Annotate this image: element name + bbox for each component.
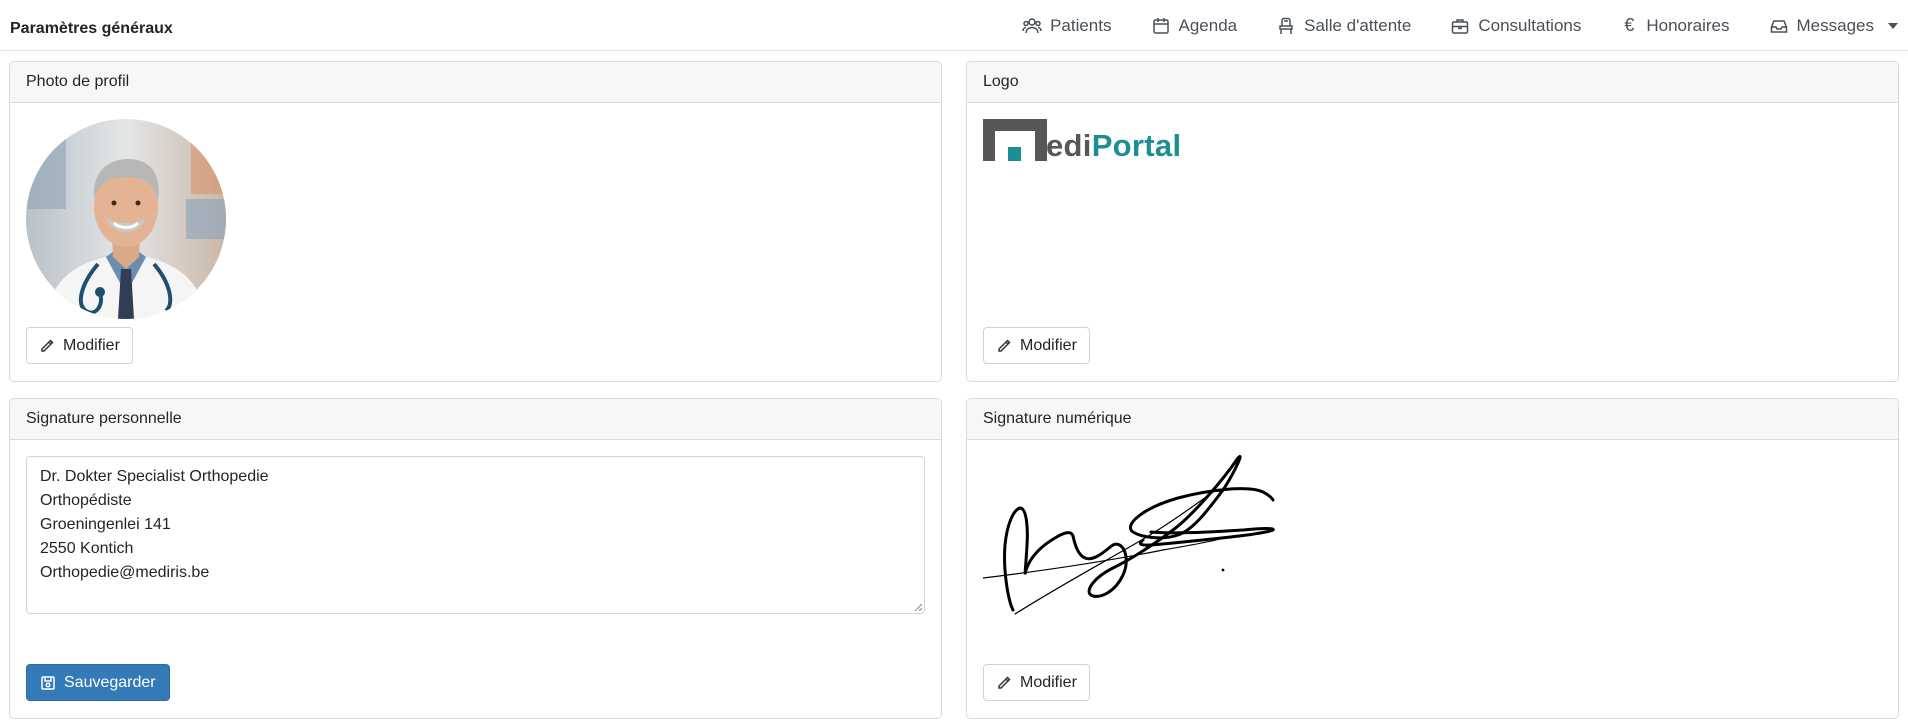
pencil-icon: [998, 338, 1011, 352]
euro-icon: €: [1624, 15, 1635, 35]
edit-logo-label: Modifier: [1020, 336, 1077, 354]
personal-signature-header: Signature personnelle: [10, 399, 941, 440]
signature-line: Orthopedie@mediris.be: [40, 564, 210, 581]
nav-consultations[interactable]: Consultations: [1450, 16, 1581, 36]
digital-signature-card: Signature numérique Modifier: [966, 398, 1899, 719]
save-button[interactable]: Sauvegarder: [26, 664, 170, 701]
signature-textarea[interactable]: Dr. Dokter Specialist Orthopedie Orthopé…: [26, 456, 925, 614]
edit-profile-photo-label: Modifier: [63, 336, 120, 354]
inbox-icon: [1770, 19, 1787, 33]
profile-photo-header: Photo de profil: [10, 62, 941, 103]
signature-line: Dr. Dokter Specialist Orthopedie: [40, 468, 269, 485]
logo-text: ediPortal: [1046, 128, 1182, 163]
signature-line: Groeningenlei 141: [40, 516, 171, 533]
digital-signature-header: Signature numérique: [967, 399, 1898, 440]
nav-waiting-room-label: Salle d'attente: [1304, 15, 1412, 35]
pencil-icon: [998, 675, 1011, 689]
edit-profile-photo-button[interactable]: Modifier: [26, 327, 133, 364]
nav-fees[interactable]: € Honoraires: [1620, 15, 1729, 36]
resize-handle-icon[interactable]: [914, 603, 922, 611]
logo-card: Logo ediPortal Modifier: [966, 61, 1899, 382]
edit-logo-button[interactable]: Modifier: [983, 327, 1090, 364]
nav-patients[interactable]: Patients: [1022, 15, 1112, 36]
nav-messages-label: Messages: [1796, 15, 1874, 35]
mediportal-logo-mark: [983, 119, 1047, 161]
top-navbar: Paramètres généraux Patients Agenda Sall…: [0, 0, 1908, 51]
page-title: Paramètres généraux: [10, 20, 173, 37]
nav-patients-label: Patients: [1050, 15, 1112, 35]
save-label: Sauvegarder: [64, 673, 156, 691]
logo-header: Logo: [967, 62, 1898, 103]
signature-line: 2550 Kontich: [40, 540, 134, 557]
edit-digital-signature-label: Modifier: [1020, 673, 1077, 691]
signature-line: Orthopédiste: [40, 492, 132, 509]
nav-fees-label: Honoraires: [1646, 15, 1730, 35]
profile-photo-card: Photo de profil Modifier: [9, 61, 942, 382]
users-icon: [1022, 17, 1042, 33]
digital-signature-image: [983, 454, 1275, 615]
chevron-down-icon: [1888, 22, 1898, 29]
nav-consultations-label: Consultations: [1478, 15, 1582, 35]
calendar-icon: [1152, 17, 1169, 34]
pencil-icon: [41, 338, 54, 352]
personal-signature-card: Signature personnelle Dr. Dokter Special…: [9, 398, 942, 719]
chair-icon: [1279, 17, 1293, 34]
briefcase-icon: [1452, 18, 1469, 34]
logo: ediPortal: [983, 119, 1181, 161]
nav-agenda-label: Agenda: [1178, 15, 1238, 35]
nav-agenda[interactable]: Agenda: [1151, 15, 1238, 36]
main-nav: Patients Agenda Salle d'attente Consulta…: [983, 0, 1898, 51]
nav-messages[interactable]: Messages: [1769, 16, 1898, 36]
save-icon: [41, 675, 55, 690]
nav-waiting-room[interactable]: Salle d'attente: [1276, 16, 1411, 36]
edit-digital-signature-button[interactable]: Modifier: [983, 664, 1090, 701]
avatar: [26, 119, 226, 319]
